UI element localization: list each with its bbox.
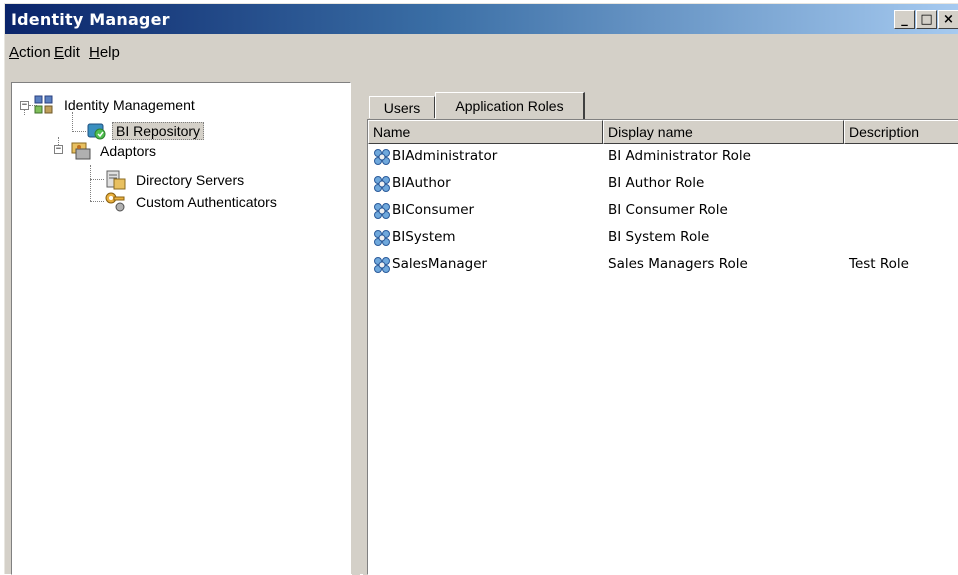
role-icon bbox=[374, 203, 390, 219]
tree-label-adaptors: Adaptors bbox=[100, 143, 157, 159]
menu-edit-mnemonic: E bbox=[54, 44, 65, 61]
role-display-name: BI System Role bbox=[608, 229, 710, 245]
key-icon bbox=[105, 192, 125, 212]
role-name: BIConsumer bbox=[392, 202, 475, 218]
role-icon bbox=[374, 230, 390, 246]
table-row[interactable]: SalesManager Sales Managers Role Test Ro… bbox=[368, 252, 958, 278]
table-row[interactable]: BIAuthor BI Author Role bbox=[368, 171, 958, 197]
role-display-name: BI Administrator Role bbox=[608, 148, 751, 164]
tree-label-bi-repository: BI Repository bbox=[112, 122, 205, 140]
menu-help[interactable]: Help bbox=[89, 44, 120, 61]
tree-line bbox=[72, 131, 86, 132]
menu-bar: Action Edit Help bbox=[5, 38, 958, 66]
maximize-button[interactable]: □ bbox=[916, 10, 937, 29]
menu-edit-label: dit bbox=[64, 44, 80, 61]
role-icon bbox=[374, 176, 390, 192]
column-header-display-name[interactable]: Display name bbox=[603, 120, 844, 144]
tree-node-adaptors[interactable]: Adaptors bbox=[70, 140, 156, 162]
tree-label-identity-management: Identity Management bbox=[64, 97, 195, 113]
role-icon bbox=[374, 149, 390, 165]
column-header-name[interactable]: Name bbox=[368, 120, 603, 144]
table-row[interactable]: BIConsumer BI Consumer Role bbox=[368, 198, 958, 224]
tree-node-bi-repository[interactable]: BI Repository bbox=[86, 120, 205, 142]
pane-splitter[interactable] bbox=[352, 82, 360, 575]
close-button[interactable]: × bbox=[938, 10, 958, 29]
tree-node-identity-management[interactable]: Identity Management bbox=[34, 94, 195, 116]
identity-manager-window: Identity Manager _ □ × Action Edit Help … bbox=[4, 3, 958, 575]
menu-help-mnemonic: H bbox=[89, 44, 100, 61]
menu-action-label: ction bbox=[19, 44, 51, 61]
menu-action-mnemonic: A bbox=[9, 44, 20, 61]
role-display-name: Sales Managers Role bbox=[608, 256, 748, 272]
role-name: BIAdministrator bbox=[392, 148, 498, 164]
tree-line bbox=[90, 201, 104, 202]
role-name: BISystem bbox=[392, 229, 456, 245]
identity-management-icon bbox=[34, 95, 53, 114]
collapse-adaptors-toggle[interactable]: − bbox=[54, 145, 63, 154]
tab-application-roles[interactable]: Application Roles bbox=[435, 92, 585, 119]
application-roles-list[interactable]: Name Display name Description BIAdminist… bbox=[367, 119, 958, 575]
tab-users[interactable]: Users bbox=[369, 96, 435, 118]
column-header-description[interactable]: Description bbox=[844, 120, 958, 144]
directory-servers-icon bbox=[106, 170, 126, 190]
tree-line bbox=[90, 165, 91, 201]
role-display-name: BI Author Role bbox=[608, 175, 705, 191]
role-name: BIAuthor bbox=[392, 175, 451, 191]
tree-node-custom-authenticators[interactable]: Custom Authenticators bbox=[104, 191, 277, 213]
tree-line bbox=[90, 179, 104, 180]
tree-label-directory-servers: Directory Servers bbox=[136, 172, 245, 188]
collapse-root-toggle[interactable]: − bbox=[20, 101, 29, 110]
details-pane: Users Application Roles Name Display nam… bbox=[363, 82, 958, 575]
role-description: Test Role bbox=[849, 256, 909, 272]
adaptors-icon bbox=[71, 142, 91, 160]
menu-help-label: elp bbox=[99, 44, 120, 61]
bi-repository-icon bbox=[87, 123, 106, 140]
menu-edit[interactable]: Edit bbox=[54, 44, 80, 61]
title-bar[interactable]: Identity Manager _ □ × bbox=[5, 4, 958, 34]
tree-node-directory-servers[interactable]: Directory Servers bbox=[104, 169, 244, 191]
table-row[interactable]: BISystem BI System Role bbox=[368, 225, 958, 251]
tree-label-custom-authenticators: Custom Authenticators bbox=[136, 194, 277, 210]
role-name: SalesManager bbox=[392, 256, 488, 272]
role-icon bbox=[374, 257, 390, 273]
navigation-tree[interactable]: − Identity Management BI Repository − Ad… bbox=[11, 82, 351, 575]
table-row[interactable]: BIAdministrator BI Administrator Role bbox=[368, 144, 958, 170]
role-display-name: BI Consumer Role bbox=[608, 202, 728, 218]
minimize-button[interactable]: _ bbox=[894, 10, 915, 29]
window-title: Identity Manager bbox=[11, 10, 170, 29]
menu-action[interactable]: Action bbox=[9, 44, 51, 61]
